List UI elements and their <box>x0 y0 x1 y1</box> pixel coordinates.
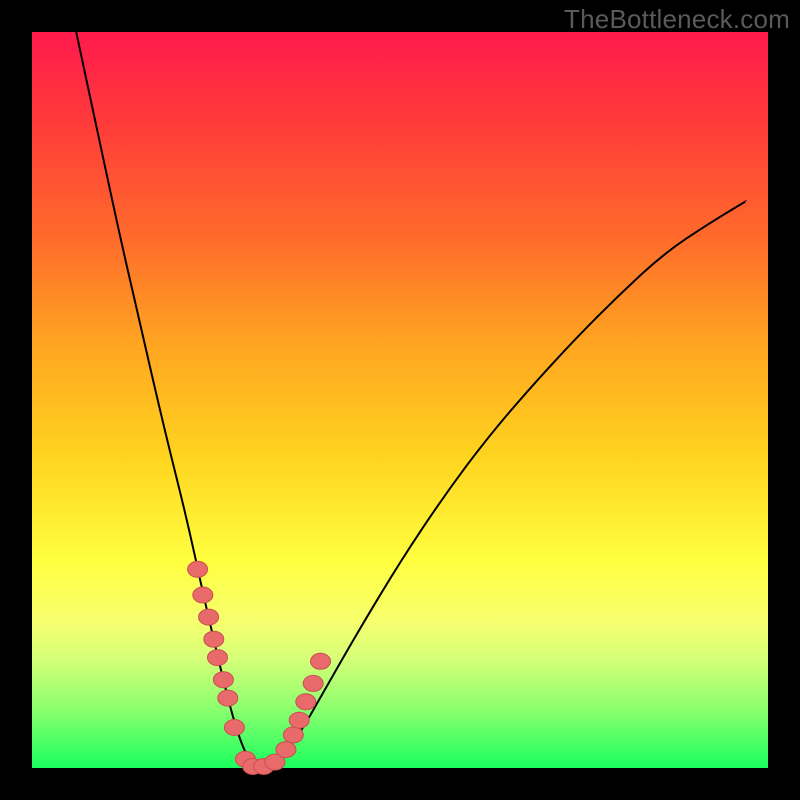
curve-marker <box>213 672 233 688</box>
curve-marker <box>193 587 213 603</box>
chart-frame: TheBottleneck.com <box>0 0 800 800</box>
curve-marker <box>188 561 208 577</box>
curve-marker <box>311 653 331 669</box>
curve-marker <box>218 690 238 706</box>
watermark-text: TheBottleneck.com <box>564 4 790 35</box>
curve-markers <box>188 561 331 774</box>
curve-marker <box>224 720 244 736</box>
curve-marker <box>303 675 323 691</box>
curve-marker <box>296 694 316 710</box>
curve-marker <box>208 650 228 666</box>
plot-area <box>32 32 768 768</box>
curve-marker <box>289 712 309 728</box>
curve-marker <box>283 727 303 743</box>
curve-marker <box>276 742 296 758</box>
bottleneck-curve <box>76 32 746 768</box>
curve-marker <box>199 609 219 625</box>
curve-marker <box>204 631 224 647</box>
chart-svg <box>32 32 768 768</box>
